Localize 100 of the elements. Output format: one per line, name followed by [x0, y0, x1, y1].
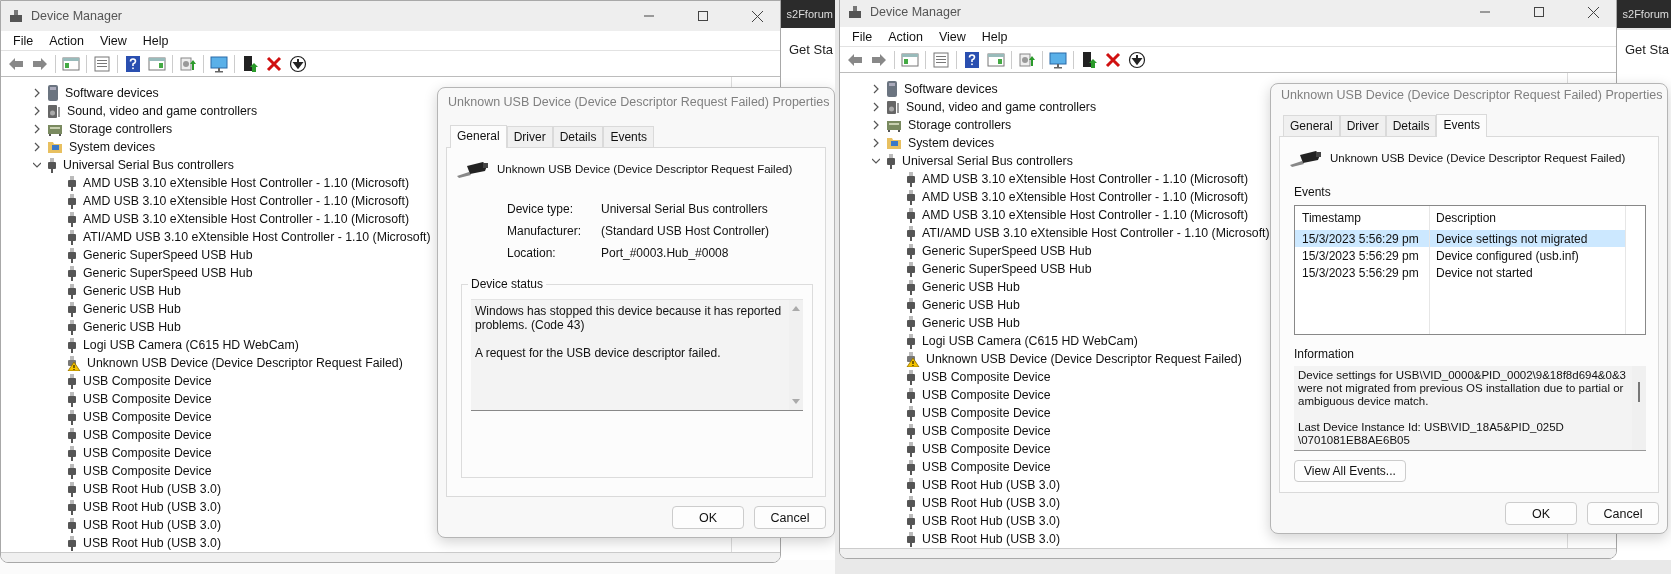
close-icon[interactable]: [751, 10, 763, 22]
scrollbar-thumb[interactable]: [1638, 382, 1640, 402]
tree-item[interactable]: Unknown USB Device (Device Descriptor Request Failed): [87, 356, 403, 370]
tab[interactable]: Events: [1436, 114, 1488, 137]
dialog-button[interactable]: Cancel: [1587, 502, 1659, 525]
dialog-button[interactable]: OK: [672, 506, 744, 529]
dialog-button[interactable]: OK: [1505, 502, 1577, 525]
tree-item[interactable]: USB Root Hub (USB 3.0): [83, 518, 222, 532]
down-arrow-circle-icon[interactable]: [1128, 50, 1146, 69]
expand-chevron-icon[interactable]: [33, 106, 41, 116]
tree-item[interactable]: Universal Serial Bus controllers: [902, 154, 1073, 168]
tree-item[interactable]: Generic USB Hub: [83, 284, 181, 298]
tree-item[interactable]: ATI/AMD USB 3.10 eXtensible Host Controller - 1.10 (Microsoft): [83, 230, 431, 244]
properties-icon[interactable]: [93, 54, 111, 73]
tree-item[interactable]: Software devices: [904, 82, 998, 96]
enable-device-icon[interactable]: [1080, 50, 1098, 69]
tree-item[interactable]: Generic USB Hub: [922, 316, 1020, 330]
view-all-events-button[interactable]: View All Events...: [1294, 460, 1406, 482]
expand-chevron-icon[interactable]: [872, 138, 880, 148]
action-pane-icon[interactable]: [148, 54, 166, 73]
tree-item[interactable]: Sound, video and game controllers: [67, 104, 258, 118]
tree-item[interactable]: USB Root Hub (USB 3.0): [83, 482, 222, 496]
expand-chevron-icon[interactable]: [33, 88, 41, 98]
tree-item[interactable]: USB Root Hub (USB 3.0): [83, 500, 222, 514]
tree-item[interactable]: USB Composite Device: [922, 370, 1051, 384]
monitor-icon[interactable]: [1049, 50, 1067, 69]
tree-item[interactable]: USB Root Hub (USB 3.0): [922, 496, 1061, 510]
tree-item[interactable]: USB Root Hub (USB 3.0): [922, 514, 1061, 528]
tab[interactable]: General: [450, 125, 507, 148]
column-header[interactable]: Timestamp: [1295, 211, 1429, 225]
expand-chevron-icon[interactable]: [872, 120, 880, 130]
tree-item[interactable]: System devices: [908, 136, 995, 150]
tree-item[interactable]: USB Composite Device: [83, 392, 212, 406]
maximize-icon[interactable]: [698, 11, 708, 21]
console-tree-icon[interactable]: [901, 50, 919, 69]
tree-item[interactable]: System devices: [69, 140, 156, 154]
help-icon[interactable]: [124, 54, 142, 73]
tree-item[interactable]: Generic USB Hub: [83, 320, 181, 334]
tree-item[interactable]: USB Composite Device: [922, 442, 1051, 456]
tree-item[interactable]: AMD USB 3.10 eXtensible Host Controller - 1.10 (Microsoft): [922, 172, 1248, 186]
tree-item[interactable]: Generic SuperSpeed USB Hub: [922, 262, 1092, 276]
menu-item[interactable]: View: [930, 29, 974, 44]
tree-item[interactable]: USB Composite Device: [922, 424, 1051, 438]
tree-item[interactable]: Software devices: [65, 86, 159, 100]
tree-item[interactable]: USB Composite Device: [83, 374, 212, 388]
expand-chevron-icon[interactable]: [33, 160, 41, 170]
tree-item[interactable]: USB Root Hub (USB 3.0): [922, 478, 1061, 492]
tree-item[interactable]: Generic SuperSpeed USB Hub: [83, 248, 253, 262]
enable-device-icon[interactable]: [241, 54, 259, 73]
tree-item[interactable]: Generic USB Hub: [922, 280, 1020, 294]
tree-item[interactable]: Logi USB Camera (C615 HD WebCam): [83, 338, 299, 352]
column-header[interactable]: Description: [1429, 211, 1625, 225]
remove-icon[interactable]: [1104, 50, 1122, 69]
tree-item[interactable]: USB Composite Device: [83, 464, 212, 478]
tree-item[interactable]: ATI/AMD USB 3.10 eXtensible Host Controller - 1.10 (Microsoft): [922, 226, 1270, 240]
tab[interactable]: Driver: [1339, 115, 1386, 136]
console-tree-icon[interactable]: [62, 54, 80, 73]
tree-item[interactable]: Logi USB Camera (C615 HD WebCam): [922, 334, 1138, 348]
tab[interactable]: General: [1283, 115, 1340, 136]
menu-item[interactable]: Action: [880, 29, 931, 44]
tree-item[interactable]: AMD USB 3.10 eXtensible Host Controller - 1.10 (Microsoft): [922, 190, 1248, 204]
menu-item[interactable]: View: [91, 33, 135, 48]
expand-chevron-icon[interactable]: [872, 102, 880, 112]
tree-item[interactable]: Generic USB Hub: [922, 298, 1020, 312]
tree-item[interactable]: Sound, video and game controllers: [906, 100, 1097, 114]
update-driver-icon[interactable]: [1018, 50, 1036, 69]
event-row[interactable]: 15/3/2023 5:56:29 pm Device not started: [1295, 264, 1625, 281]
tree-item[interactable]: Generic SuperSpeed USB Hub: [83, 266, 253, 280]
expand-chevron-icon[interactable]: [33, 142, 41, 152]
tree-item[interactable]: AMD USB 3.10 eXtensible Host Controller - 1.10 (Microsoft): [83, 212, 409, 226]
tree-item[interactable]: USB Root Hub (USB 3.0): [83, 536, 222, 550]
expand-chevron-icon[interactable]: [872, 84, 880, 94]
tree-item[interactable]: USB Composite Device: [922, 406, 1051, 420]
expand-chevron-icon[interactable]: [33, 124, 41, 134]
tree-item[interactable]: Generic USB Hub: [83, 302, 181, 316]
menu-item[interactable]: File: [5, 33, 42, 48]
tree-item[interactable]: USB Composite Device: [922, 460, 1051, 474]
maximize-icon[interactable]: [1534, 7, 1544, 17]
tree-item[interactable]: USB Root Hub (USB 3.0): [922, 532, 1061, 546]
remove-icon[interactable]: [265, 54, 283, 73]
tree-item[interactable]: AMD USB 3.10 eXtensible Host Controller - 1.10 (Microsoft): [922, 208, 1248, 222]
tree-item[interactable]: Storage controllers: [69, 122, 173, 136]
expand-chevron-icon[interactable]: [872, 156, 880, 166]
menu-item[interactable]: Action: [41, 33, 92, 48]
tree-item[interactable]: Storage controllers: [908, 118, 1012, 132]
menu-item[interactable]: Help: [973, 29, 1016, 44]
update-driver-icon[interactable]: [179, 54, 197, 73]
dialog-button[interactable]: Cancel: [754, 506, 826, 529]
tree-item[interactable]: AMD USB 3.10 eXtensible Host Controller - 1.10 (Microsoft): [83, 194, 409, 208]
tab[interactable]: Details: [552, 126, 604, 147]
monitor-icon[interactable]: [210, 54, 228, 73]
menu-item[interactable]: Help: [134, 33, 177, 48]
tree-item[interactable]: Unknown USB Device (Device Descriptor Request Failed): [926, 352, 1242, 366]
tab[interactable]: Details: [1385, 115, 1437, 136]
tree-item[interactable]: USB Composite Device: [83, 428, 212, 442]
tab[interactable]: Events: [603, 126, 655, 147]
properties-icon[interactable]: [932, 50, 950, 69]
tree-item[interactable]: USB Composite Device: [922, 388, 1051, 402]
menu-item[interactable]: File: [844, 29, 881, 44]
tree-item[interactable]: USB Composite Device: [83, 446, 212, 460]
